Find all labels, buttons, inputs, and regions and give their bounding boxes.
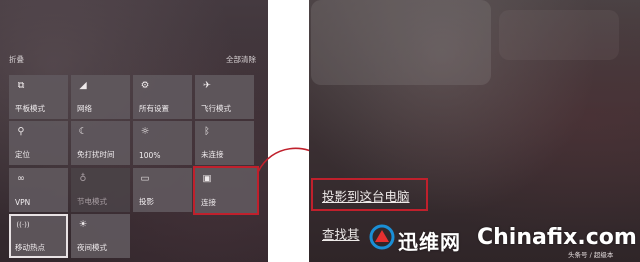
tile-quiet-hours[interactable]: ☾ 免打扰时间 <box>71 121 130 165</box>
tile-label: 夜间模式 <box>77 243 107 252</box>
action-center-panel: 折叠 全部清除 ⧉ 平板模式 ◢ 网络 ⚙ 所有设置 ✈ 飞行模式 ⚲ 定位 ☾… <box>0 0 268 262</box>
project-to-this-pc-link[interactable]: 投影到这台电脑 <box>322 186 410 205</box>
bluetooth-icon: ᛒ <box>204 126 210 137</box>
tile-project[interactable]: ▭ 投影 <box>133 168 192 212</box>
tablet-mode-icon: ⧉ <box>17 80 25 91</box>
tile-all-settings[interactable]: ⚙ 所有设置 <box>133 75 192 119</box>
watermark-source: 头条号 / 超级本 <box>568 251 614 259</box>
moon-icon: ☾ <box>78 126 88 137</box>
tile-label: 平板模式 <box>15 104 45 113</box>
watermark-cn: 迅维网 <box>398 230 461 254</box>
tile-label: 所有设置 <box>139 104 169 113</box>
battery-saver-icon: ♁ <box>79 173 87 184</box>
tile-label: 定位 <box>15 150 30 159</box>
tile-label: VPN <box>15 198 31 207</box>
connect-icon: ▣ <box>202 173 212 184</box>
tile-label: 连接 <box>201 198 216 207</box>
connect-panel <box>309 0 640 262</box>
tile-label: 免打扰时间 <box>77 150 115 159</box>
tile-tablet-mode[interactable]: ⧉ 平板模式 <box>9 75 68 119</box>
tile-airplane-mode[interactable]: ✈ 飞行模式 <box>195 75 254 119</box>
find-other-link[interactable]: 查找其 <box>322 224 366 243</box>
tile-battery-saver[interactable]: ♁ 节电模式 <box>71 168 130 212</box>
hotspot-icon: ((·)) <box>16 221 30 229</box>
network-icon: ◢ <box>79 80 87 91</box>
tile-label: 100% <box>139 151 161 160</box>
tile-label: 投影 <box>139 197 154 206</box>
tile-vpn[interactable]: ∞ VPN <box>9 168 68 212</box>
night-light-icon: ☀ <box>78 219 88 230</box>
blurred-card <box>311 0 491 85</box>
brightness-icon: ☼ <box>140 126 150 137</box>
tile-location[interactable]: ⚲ 定位 <box>9 121 68 165</box>
blurred-card <box>499 10 619 60</box>
tile-label: 移动热点 <box>15 243 45 252</box>
tile-night-light[interactable]: ☀ 夜间模式 <box>71 214 130 258</box>
tile-label: 飞行模式 <box>201 104 231 113</box>
watermark-logo-icon <box>369 224 395 250</box>
tile-label: 未连接 <box>201 150 224 159</box>
vpn-icon: ∞ <box>17 173 25 184</box>
gear-icon: ⚙ <box>140 80 150 91</box>
airplane-icon: ✈ <box>203 80 211 91</box>
clear-all-link[interactable]: 全部清除 <box>226 54 256 65</box>
tile-network[interactable]: ◢ 网络 <box>71 75 130 119</box>
tile-label: 节电模式 <box>77 197 107 206</box>
watermark-en: Chinafix.com <box>477 225 637 250</box>
tile-label: 网络 <box>77 104 92 113</box>
tile-brightness[interactable]: ☼ 100% <box>133 121 192 165</box>
collapse-link[interactable]: 折叠 <box>9 54 24 65</box>
tile-mobile-hotspot[interactable]: ((·)) 移动热点 <box>9 214 68 258</box>
location-icon: ⚲ <box>17 126 25 137</box>
project-icon: ▭ <box>140 173 150 184</box>
